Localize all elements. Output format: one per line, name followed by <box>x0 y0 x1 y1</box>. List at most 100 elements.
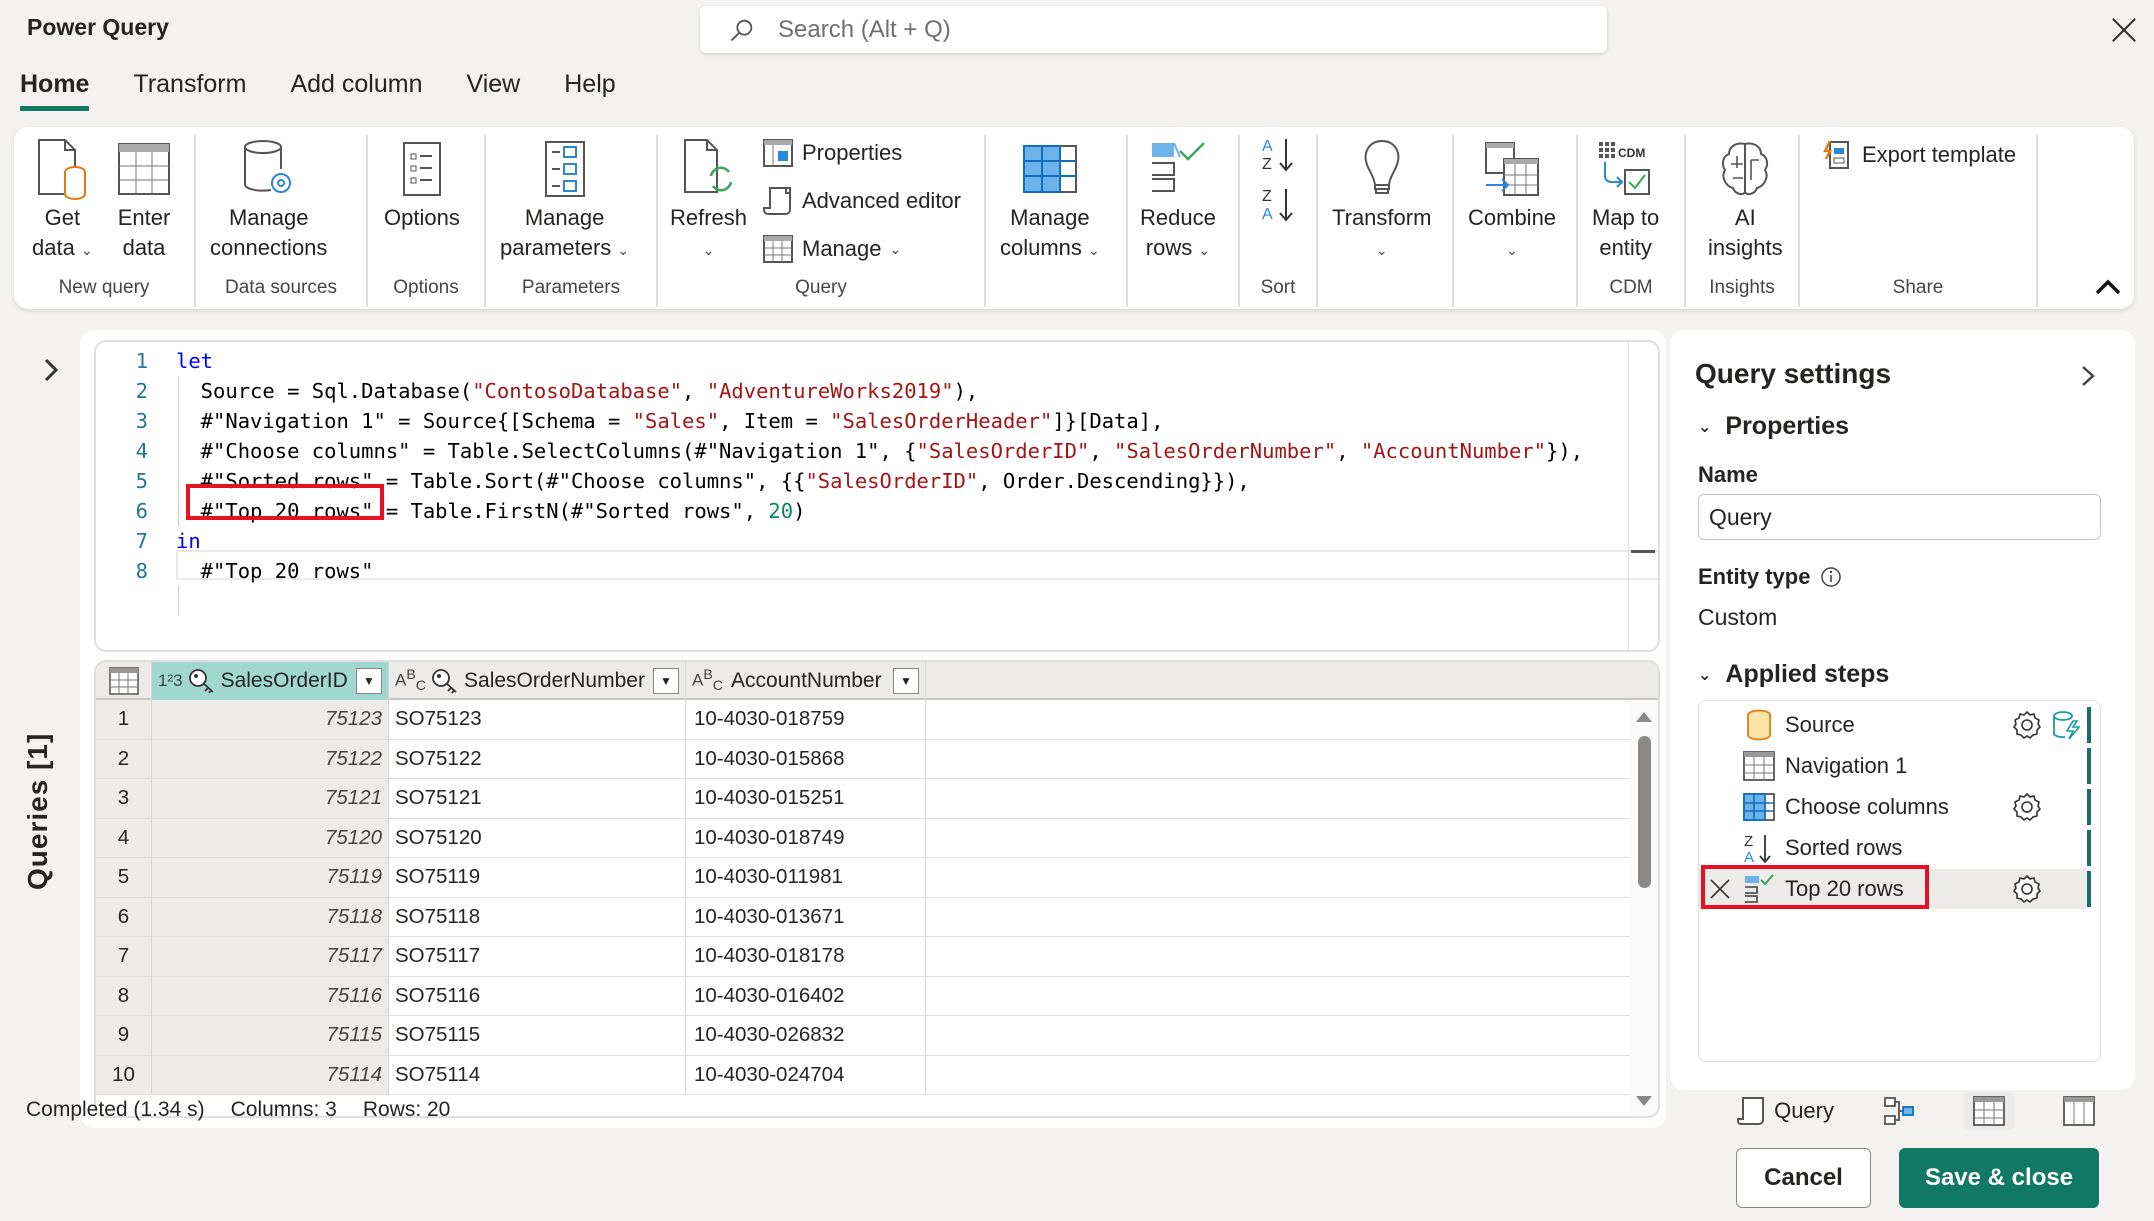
manage-button[interactable]: Manage ⌄ <box>762 233 901 265</box>
step-choose-columns[interactable]: Choose columns <box>1699 787 2091 827</box>
column-filter-dropdown[interactable]: ▼ <box>356 668 382 694</box>
options-button[interactable]: Options <box>384 135 460 233</box>
table-cell[interactable]: SO75119 <box>389 858 686 897</box>
combine-button[interactable]: Combine ⌄ <box>1468 135 1556 265</box>
refresh-button[interactable]: Refresh ⌄ <box>670 135 747 265</box>
queries-pane-label[interactable]: Queries [1] <box>22 733 54 890</box>
table-cell[interactable]: 75122 <box>152 739 389 778</box>
table-cell[interactable]: 10-4030-015868 <box>686 739 926 778</box>
table-cell[interactable]: 75119 <box>152 858 389 897</box>
step-sorted-rows[interactable]: ZA Sorted rows <box>1699 828 2091 868</box>
advanced-editor-button[interactable]: Advanced editor <box>762 185 961 217</box>
table-cell[interactable]: 10-4030-026832 <box>686 1016 926 1055</box>
scroll-up-arrow[interactable] <box>1636 712 1652 722</box>
ai-insights-button[interactable]: AI insights <box>1708 135 1783 263</box>
table-cell[interactable]: SO75118 <box>389 897 686 936</box>
sort-descending-icon[interactable]: ZA <box>1260 185 1296 225</box>
table-cell[interactable]: 10-4030-011981 <box>686 858 926 897</box>
reduce-rows-button[interactable]: Reduce rows ⌄ <box>1140 135 1216 265</box>
table-cell[interactable]: 10-4030-018178 <box>686 937 926 976</box>
table-cell[interactable]: 10-4030-013671 <box>686 897 926 936</box>
table-cell[interactable]: SO75116 <box>389 976 686 1015</box>
gear-icon[interactable] <box>2011 873 2043 905</box>
table-cell[interactable]: 10-4030-016402 <box>686 976 926 1015</box>
properties-section-toggle[interactable]: ⌄ Properties <box>1698 412 1849 441</box>
code-line[interactable]: 6 #"Top 20 rows" = Table.FirstN(#"Sorted… <box>96 496 806 526</box>
table-cell[interactable]: 10-4030-015251 <box>686 779 926 818</box>
save-and-close-button[interactable]: Save & close <box>1899 1148 2099 1208</box>
schema-view-button[interactable] <box>2054 1092 2104 1130</box>
grid-scrollbar[interactable] <box>1630 700 1658 1116</box>
refresh-icon <box>683 139 732 193</box>
sort-ascending-icon[interactable]: AZ <box>1260 135 1296 175</box>
code-line[interactable]: 7 in <box>96 526 201 556</box>
table-cell[interactable]: SO75123 <box>389 700 686 739</box>
collapse-ribbon-icon[interactable] <box>2094 277 2122 297</box>
search-box[interactable]: Search (Alt + Q) <box>700 6 1607 53</box>
column-header-accountnumber[interactable]: ABC AccountNumber ▼ <box>686 662 926 700</box>
column-header-salesordernumber[interactable]: ABC SalesOrderNumber ▼ <box>389 662 686 700</box>
gear-icon[interactable] <box>2011 709 2043 741</box>
column-header-salesorderid[interactable]: 1²3 SalesOrderID ▼ <box>152 662 389 700</box>
editor-scrollbar[interactable] <box>1628 342 1656 650</box>
table-cell[interactable]: 10-4030-018749 <box>686 818 926 857</box>
table-cell[interactable]: 75116 <box>152 976 389 1015</box>
table-cell[interactable]: SO75122 <box>389 739 686 778</box>
code-line[interactable]: 8 #"Top 20 rows" <box>96 556 374 586</box>
scroll-thumb[interactable] <box>1638 736 1651 888</box>
gear-icon[interactable] <box>2011 791 2043 823</box>
table-cell[interactable]: SO75114 <box>389 1055 686 1094</box>
table-cell[interactable]: SO75115 <box>389 1016 686 1055</box>
table-cell[interactable]: 75115 <box>152 1016 389 1055</box>
tab-view[interactable]: View <box>466 70 520 111</box>
step-navigation-1[interactable]: Navigation 1 <box>1699 746 2091 786</box>
text-type-icon[interactable]: ABC <box>692 667 723 694</box>
export-template-button[interactable]: Export template <box>1822 139 2016 171</box>
query-view-button[interactable]: Query <box>1736 1095 1834 1127</box>
table-cell[interactable]: 75120 <box>152 818 389 857</box>
table-cell[interactable]: SO75121 <box>389 779 686 818</box>
expand-queries-icon[interactable] <box>42 356 62 384</box>
properties-button[interactable]: Properties <box>762 137 902 169</box>
enter-data-button[interactable]: Enter data <box>114 135 174 263</box>
table-cell[interactable]: 75118 <box>152 897 389 936</box>
code-line[interactable]: 1 let <box>96 346 213 376</box>
close-icon[interactable] <box>2110 16 2138 44</box>
cancel-button[interactable]: Cancel <box>1736 1148 1871 1208</box>
manage-columns-button[interactable]: Manage columns ⌄ <box>1000 135 1100 265</box>
column-filter-dropdown[interactable]: ▼ <box>653 668 679 694</box>
step-source[interactable]: Source <box>1699 705 2091 745</box>
formula-editor[interactable]: 1 let 2 Source = Sql.Database("ContosoData… <box>94 340 1660 652</box>
table-menu-button[interactable] <box>96 662 152 700</box>
table-cell[interactable]: 75117 <box>152 937 389 976</box>
table-cell[interactable]: 10-4030-024704 <box>686 1055 926 1094</box>
map-to-entity-button[interactable]: CDM Map to entity <box>1592 135 1659 263</box>
tab-help[interactable]: Help <box>564 70 615 111</box>
query-name-input[interactable] <box>1698 494 2101 540</box>
tab-transform[interactable]: Transform <box>133 70 246 111</box>
tab-home[interactable]: Home <box>20 70 90 111</box>
tab-add-column[interactable]: Add column <box>290 70 422 111</box>
table-cell[interactable]: 10-4030-018759 <box>686 700 926 739</box>
table-cell[interactable]: SO75117 <box>389 937 686 976</box>
transform-button[interactable]: Transform ⌄ <box>1332 135 1431 265</box>
manage-connections-button[interactable]: Manage connections <box>210 135 327 263</box>
table-view-button[interactable] <box>1964 1092 2014 1130</box>
collapse-settings-icon[interactable] <box>2080 364 2096 388</box>
code-line[interactable]: 4 #"Choose columns" = Table.SelectColumn… <box>96 436 1583 466</box>
info-icon[interactable] <box>1820 566 1842 588</box>
code-line[interactable]: 3 #"Navigation 1" = Source{[Schema = "Sa… <box>96 406 1164 436</box>
table-cell[interactable]: SO75120 <box>389 818 686 857</box>
text-type-icon[interactable]: ABC <box>395 667 426 694</box>
table-cell[interactable]: 75114 <box>152 1055 389 1094</box>
code-line[interactable]: 2 Source = Sql.Database("ContosoDatabase… <box>96 376 979 406</box>
code-line[interactable]: 5 #"Sorted rows" = Table.Sort(#"Choose c… <box>96 466 1250 496</box>
get-data-button[interactable]: Get data ⌄ <box>32 135 93 265</box>
manage-parameters-button[interactable]: Manage parameters ⌄ <box>500 135 629 265</box>
column-filter-dropdown[interactable]: ▼ <box>893 668 919 694</box>
table-cell[interactable]: 75121 <box>152 779 389 818</box>
table-cell[interactable]: 75123 <box>152 700 389 739</box>
applied-steps-section-toggle[interactable]: ⌄ Applied steps <box>1698 660 1889 689</box>
diagram-view-button[interactable] <box>1874 1092 1924 1130</box>
number-type-icon[interactable]: 1²3 <box>158 671 183 691</box>
